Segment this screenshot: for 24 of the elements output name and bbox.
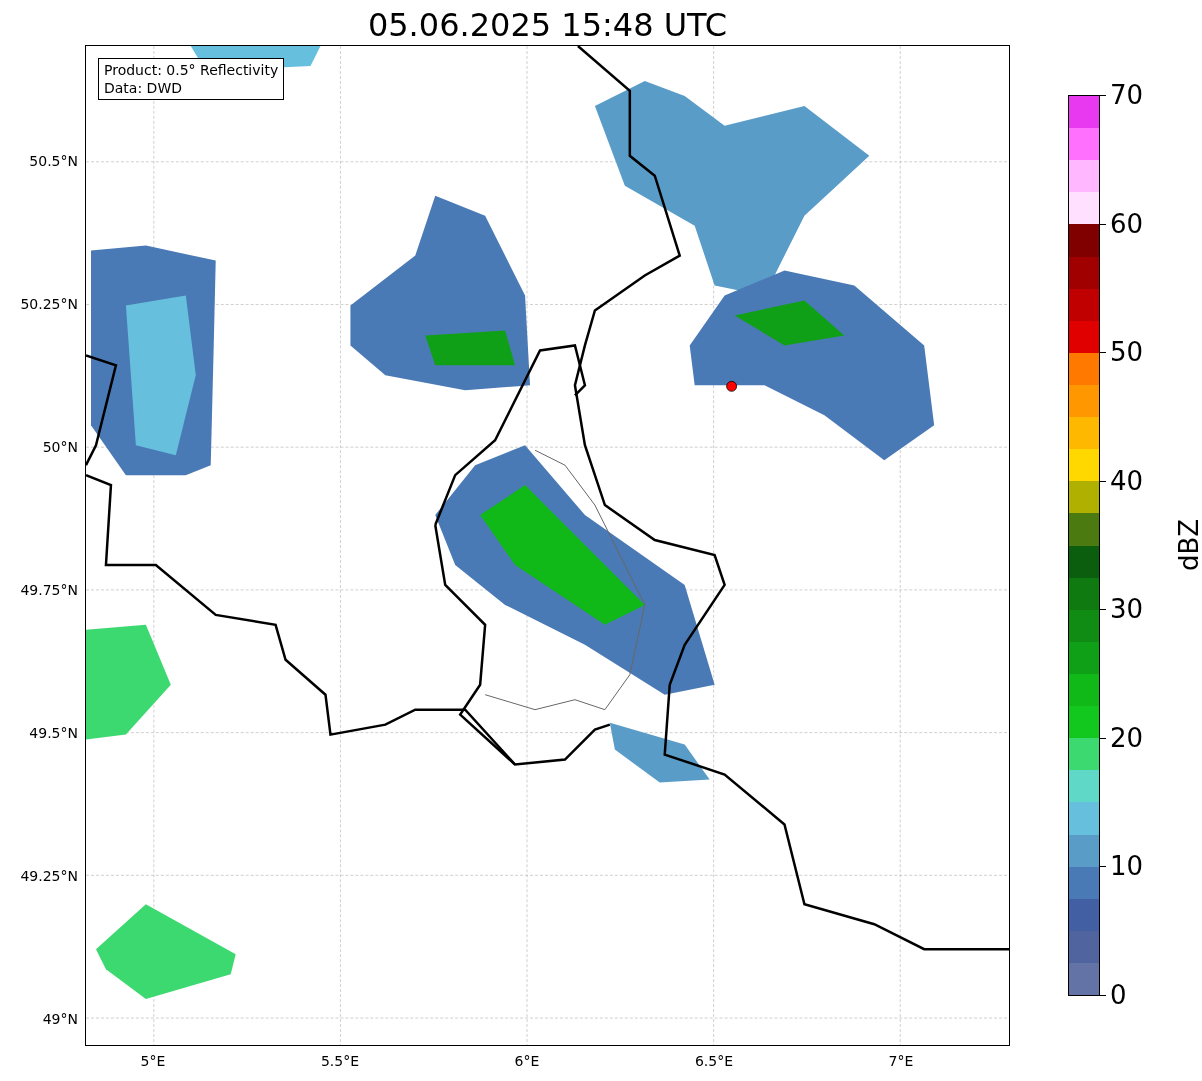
axis-tick-label: 7°E [888, 1052, 914, 1070]
axis-tick-label: 5°E [140, 1052, 166, 1070]
legend-text: Product: 0.5° Reflectivity [104, 61, 279, 79]
colorbar-tick-label: 0 [1110, 980, 1127, 1010]
legend-text: Data: DWD [104, 79, 183, 97]
axis-tick-label: 49°N [42, 1010, 78, 1028]
axis-tick-label: 5.5°E [320, 1052, 360, 1070]
colorbar-tick-label: 10 [1110, 851, 1144, 882]
colorbar-tick-label: 30 [1110, 594, 1144, 625]
colorbar-tick-label: 60 [1110, 208, 1144, 239]
colorbar-tick-label: 70 [1110, 80, 1144, 110]
axis-tick-label: 6.5°E [694, 1052, 734, 1070]
axis-tick-label: 49.25°N [20, 867, 78, 885]
chart-title: 05.06.2025 15:48 UTC [366, 5, 729, 46]
colorbar-label: dBZ [1174, 518, 1202, 572]
colorbar-tick-label: 20 [1110, 722, 1144, 753]
axis-tick-label: 6°E [514, 1052, 540, 1070]
colorbar-tick-label: 50 [1110, 337, 1144, 368]
axis-tick-label: 50.5°N [29, 152, 78, 170]
axis-tick-label: 49.5°N [29, 724, 78, 742]
axis-tick-label: 49.75°N [20, 581, 78, 599]
colorbar-tick-label: 40 [1110, 465, 1144, 496]
axis-tick-label: 50°N [42, 438, 78, 456]
axis-tick-label: 50.25°N [20, 295, 78, 313]
